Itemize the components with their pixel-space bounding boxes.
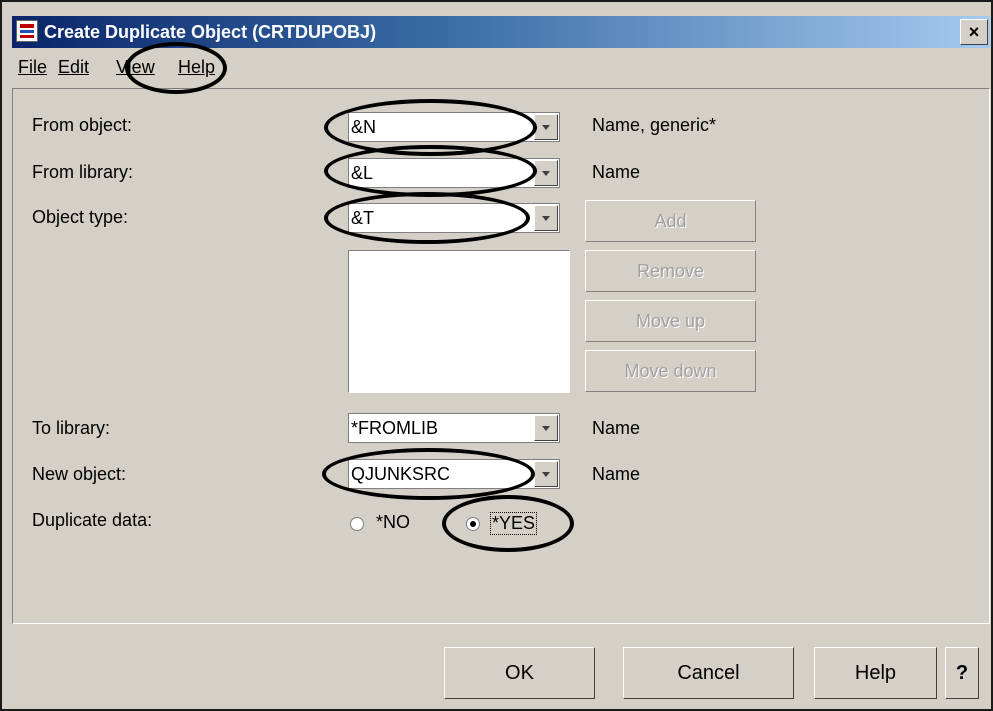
from-library-combo[interactable]: &L (348, 158, 560, 188)
radio-no-label[interactable]: *NO (376, 512, 410, 533)
move-down-button[interactable]: Move down (585, 350, 756, 392)
chevron-down-icon[interactable] (534, 205, 558, 231)
to-library-hint: Name (592, 418, 641, 438)
from-object-combo[interactable]: &N (348, 112, 560, 142)
radio-no[interactable] (350, 517, 364, 531)
object-type-list[interactable] (348, 250, 570, 393)
menu-edit[interactable]: Edit (58, 57, 89, 78)
object-type-label: Object type: (32, 207, 129, 227)
from-library-label: From library: (32, 162, 134, 182)
new-object-value: QJUNKSRC (351, 464, 451, 484)
whats-this-button[interactable]: ? (945, 647, 979, 699)
radio-yes-label[interactable]: *YES (490, 512, 538, 535)
radio-yes[interactable] (466, 517, 480, 531)
to-library-combo[interactable]: *FROMLIB (348, 413, 560, 443)
from-library-hint: Name (592, 162, 641, 182)
new-object-hint: Name (592, 464, 641, 484)
chevron-down-icon[interactable] (534, 415, 558, 441)
duplicate-data-label: Duplicate data: (32, 510, 153, 530)
window-title: Create Duplicate Object (CRTDUPOBJ) (44, 22, 377, 42)
menu-bar: File Edit View Help (12, 50, 990, 86)
object-type-combo[interactable]: &T (348, 203, 560, 233)
to-library-value: *FROMLIB (351, 418, 439, 438)
chevron-down-icon[interactable] (534, 114, 558, 140)
new-object-combo[interactable]: QJUNKSRC (348, 459, 560, 489)
app-icon (16, 20, 38, 42)
help-button[interactable]: Help (814, 647, 937, 699)
from-object-hint: Name, generic* (592, 115, 717, 135)
menu-help[interactable]: Help (178, 57, 215, 78)
move-up-button[interactable]: Move up (585, 300, 756, 342)
from-library-value: &L (351, 163, 374, 183)
remove-button[interactable]: Remove (585, 250, 756, 292)
from-object-value: &N (351, 117, 377, 137)
cancel-button[interactable]: Cancel (623, 647, 794, 699)
menu-file[interactable]: File (18, 57, 47, 78)
to-library-label: To library: (32, 418, 111, 438)
close-button[interactable]: × (960, 19, 988, 45)
ok-button[interactable]: OK (444, 647, 595, 699)
menu-view[interactable]: View (116, 57, 155, 78)
new-object-label: New object: (32, 464, 127, 484)
add-button[interactable]: Add (585, 200, 756, 242)
object-type-value: &T (351, 208, 375, 228)
chevron-down-icon[interactable] (534, 160, 558, 186)
chevron-down-icon[interactable] (534, 461, 558, 487)
title-bar[interactable]: Create Duplicate Object (CRTDUPOBJ) × (12, 16, 990, 48)
from-object-label: From object: (32, 115, 133, 135)
dialog-window: Create Duplicate Object (CRTDUPOBJ) × Fi… (0, 0, 993, 711)
